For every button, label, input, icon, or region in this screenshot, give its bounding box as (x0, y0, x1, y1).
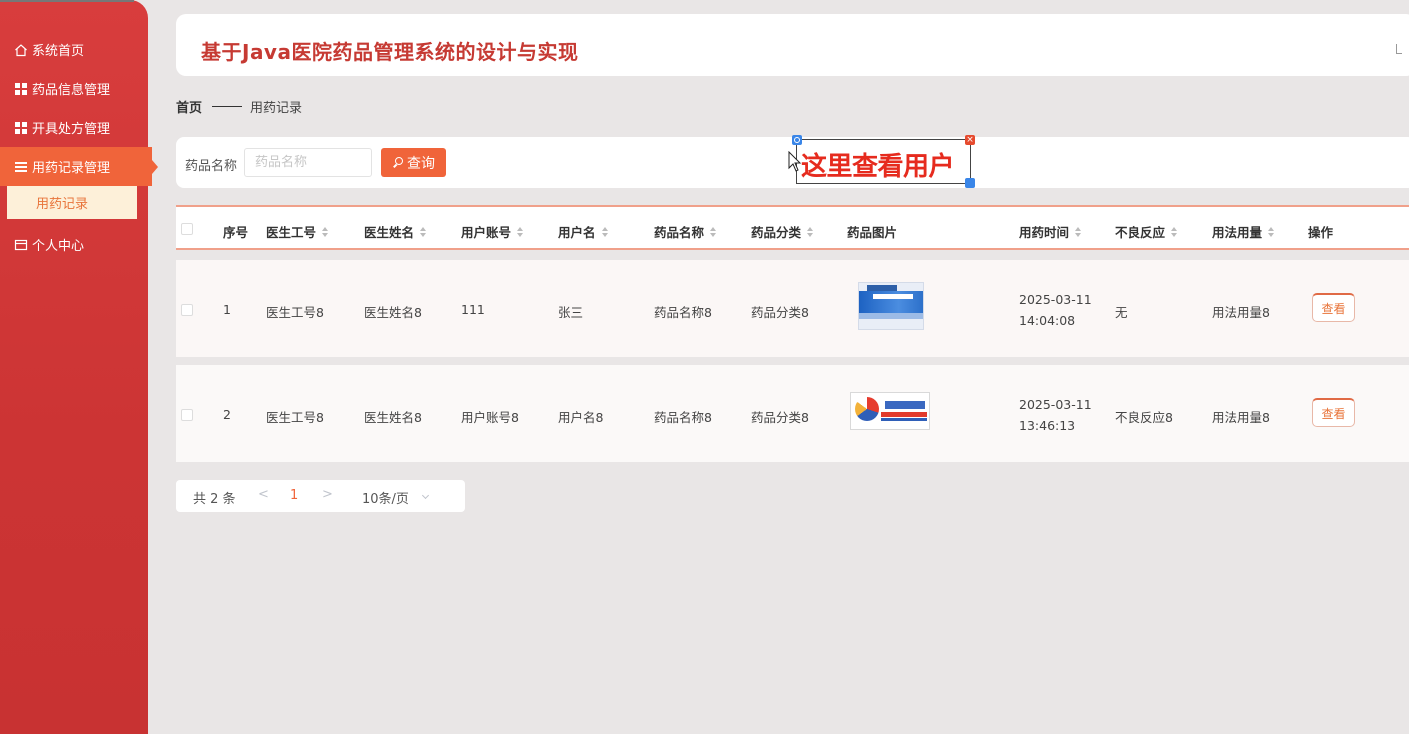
app-title: 基于Java医院药品管理系统的设计与实现 (201, 40, 579, 64)
page-size-select[interactable]: 10条/页 (362, 488, 429, 507)
header-corner-icon (1396, 44, 1402, 54)
search-button[interactable]: 查询 (381, 148, 446, 177)
sidebar-item-label: 开具处方管理 (32, 122, 111, 137)
card-icon (14, 238, 28, 252)
row-checkbox[interactable] (181, 409, 193, 421)
column-header-doctor-id[interactable]: 医生工号 (266, 222, 329, 241)
home-icon (14, 43, 28, 57)
grid-icon (14, 82, 28, 96)
breadcrumb: 首页 用药记录 (176, 97, 302, 116)
cell-index: 1 (223, 302, 231, 317)
sidebar-item-drug-info[interactable]: 药品信息管理 (0, 69, 148, 108)
pagination: 共 2 条 < 1 > 10条/页 (176, 480, 465, 512)
cell-user-account: 111 (461, 302, 485, 317)
sidebar-item-home[interactable]: 系统首页 (0, 30, 148, 69)
column-header-time[interactable]: 用药时间 (1019, 222, 1082, 241)
breadcrumb-separator (212, 106, 243, 107)
cell-adverse-reaction: 无 (1115, 305, 1128, 320)
list-icon (14, 160, 28, 174)
cell-username: 张三 (558, 305, 584, 320)
chevron-down-icon (421, 491, 429, 500)
resize-handle-icon[interactable] (965, 178, 975, 188)
cell-username: 用户名8 (558, 410, 604, 425)
cell-doctor-name: 医生姓名8 (364, 410, 422, 425)
column-header-doctor-name[interactable]: 医生姓名 (364, 222, 427, 241)
sidebar-top-divider (0, 0, 134, 2)
sort-icon (710, 226, 717, 237)
breadcrumb-current: 用药记录 (250, 101, 303, 116)
sort-icon (601, 226, 608, 237)
view-button[interactable]: 查看 (1312, 293, 1355, 322)
column-header-adverse-reaction[interactable]: 不良反应 (1115, 222, 1178, 241)
header: 基于Java医院药品管理系统的设计与实现 (176, 14, 1409, 76)
pagination-prev-button[interactable]: < (258, 487, 269, 502)
select-all-checkbox[interactable] (181, 223, 193, 235)
breadcrumb-home[interactable]: 首页 (176, 97, 202, 116)
sidebar-item-label: 药品信息管理 (32, 83, 111, 98)
sidebar: 系统首页 药品信息管理 开具处方管理 用药记录管理 用药记录 个人中心 (0, 0, 158, 734)
cell-drug-name: 药品名称8 (654, 410, 712, 425)
column-header-index: 序号 (223, 225, 249, 240)
cell-doctor-id: 医生工号8 (266, 305, 324, 320)
pagination-next-button[interactable]: > (322, 487, 333, 502)
sort-icon (1075, 226, 1082, 237)
sort-icon (1171, 226, 1178, 237)
table-row: 2 医生工号8 医生姓名8 用户账号8 用户名8 药品名称8 药品分类8 202… (176, 365, 1409, 462)
sort-icon (322, 226, 329, 237)
sidebar-menu: 系统首页 药品信息管理 开具处方管理 用药记录管理 用药记录 个人中心 (0, 30, 158, 264)
pagination-total: 共 2 条 (193, 492, 236, 507)
column-header-usage[interactable]: 用法用量 (1212, 222, 1275, 241)
view-button[interactable]: 查看 (1312, 398, 1355, 427)
sidebar-subitem-medication-record[interactable]: 用药记录 (7, 186, 137, 219)
drug-name-search-input[interactable] (244, 148, 372, 177)
cell-time: 2025-03-11 14:04:08 (1019, 292, 1092, 328)
sidebar-item-label: 系统首页 (32, 44, 85, 59)
rotate-handle-icon[interactable] (792, 135, 802, 145)
sort-icon (807, 226, 814, 237)
cell-time: 2025-03-11 13:46:13 (1019, 397, 1092, 433)
table-row: 1 医生工号8 医生姓名8 111 张三 药品名称8 药品分类8 2025-03… (176, 260, 1409, 357)
cell-usage: 用法用量8 (1212, 305, 1270, 320)
cell-drug-name: 药品名称8 (654, 305, 712, 320)
row-checkbox[interactable] (181, 304, 193, 316)
cell-doctor-id: 医生工号8 (266, 410, 324, 425)
sidebar-item-prescription[interactable]: 开具处方管理 (0, 108, 148, 147)
column-header-username[interactable]: 用户名 (558, 222, 608, 241)
cell-drug-category: 药品分类8 (751, 305, 809, 320)
column-header-drug-category[interactable]: 药品分类 (751, 222, 814, 241)
search-label: 药品名称 (185, 159, 238, 174)
column-header-actions: 操作 (1308, 225, 1334, 240)
drug-image[interactable] (850, 392, 930, 430)
sidebar-item-profile[interactable]: 个人中心 (0, 225, 148, 264)
page-size-value: 10条/页 (362, 492, 409, 507)
grid-icon (14, 121, 28, 135)
cell-user-account: 用户账号8 (461, 410, 519, 425)
column-header-user-account[interactable]: 用户账号 (461, 222, 524, 241)
cell-doctor-name: 医生姓名8 (364, 305, 422, 320)
annotation-text: 这里查看用户 (801, 152, 955, 182)
close-icon[interactable]: × (965, 135, 975, 145)
drug-image[interactable] (858, 282, 924, 330)
cell-usage: 用法用量8 (1212, 410, 1270, 425)
column-header-drug-image: 药品图片 (847, 225, 898, 240)
annotation-textbox[interactable]: 这里查看用户 × (792, 135, 975, 188)
table-header: 序号 医生工号 医生姓名 用户账号 用户名 药品名称 药品分类 药品图片 用药时… (176, 205, 1409, 250)
column-header-drug-name[interactable]: 药品名称 (654, 222, 717, 241)
search-button-label: 查询 (407, 154, 435, 171)
cell-index: 2 (223, 407, 231, 422)
sidebar-item-label: 个人中心 (32, 239, 85, 254)
pagination-page-1[interactable]: 1 (290, 488, 298, 503)
sidebar-item-medication-records[interactable]: 用药记录管理 (0, 147, 158, 186)
medication-records-table: 序号 医生工号 医生姓名 用户账号 用户名 药品名称 药品分类 药品图片 用药时… (176, 205, 1409, 462)
sort-icon (1268, 226, 1275, 237)
cell-adverse-reaction: 不良反应8 (1115, 410, 1173, 425)
cell-drug-category: 药品分类8 (751, 410, 809, 425)
sidebar-item-label: 用药记录管理 (32, 161, 111, 176)
sort-icon (420, 226, 427, 237)
sort-icon (517, 226, 524, 237)
search-icon (392, 157, 403, 168)
